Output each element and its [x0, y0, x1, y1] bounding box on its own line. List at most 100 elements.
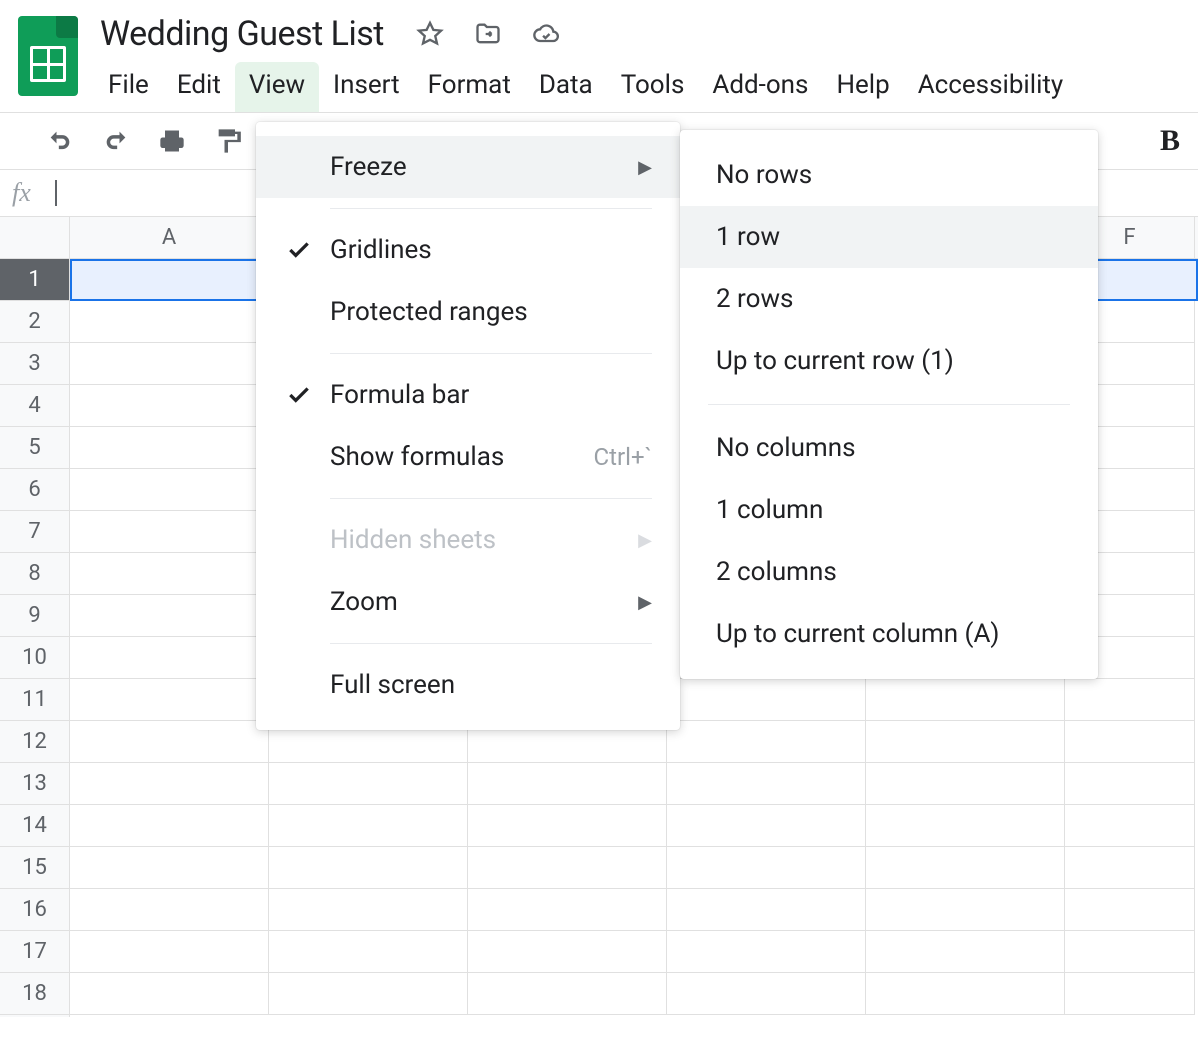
cell[interactable] — [866, 721, 1065, 763]
row-header[interactable]: 4 — [0, 385, 69, 427]
cell[interactable] — [70, 427, 269, 469]
row-header[interactable]: 14 — [0, 805, 69, 847]
select-all-corner[interactable] — [0, 217, 70, 259]
cell[interactable] — [70, 805, 269, 847]
cell[interactable] — [468, 931, 667, 973]
cell[interactable] — [70, 511, 269, 553]
cell[interactable] — [269, 763, 468, 805]
row-header[interactable]: 7 — [0, 511, 69, 553]
row-header[interactable]: 5 — [0, 427, 69, 469]
cell[interactable] — [269, 973, 468, 1015]
cell[interactable] — [468, 889, 667, 931]
undo-icon[interactable] — [40, 121, 80, 161]
cell[interactable] — [667, 847, 866, 889]
cell[interactable] — [1065, 721, 1195, 763]
cell[interactable] — [70, 973, 269, 1015]
cell[interactable] — [1065, 973, 1195, 1015]
freeze-2-rows[interactable]: 2 rows — [680, 268, 1098, 330]
freeze-up-to-current-row[interactable]: Up to current row (1) — [680, 330, 1098, 392]
cell[interactable] — [1065, 889, 1195, 931]
cell[interactable] — [70, 721, 269, 763]
cell[interactable] — [70, 385, 269, 427]
cell[interactable] — [468, 973, 667, 1015]
cell[interactable] — [1065, 805, 1195, 847]
freeze-1-row[interactable]: 1 row — [680, 206, 1098, 268]
row-header[interactable]: 12 — [0, 721, 69, 763]
paint-format-icon[interactable] — [208, 121, 248, 161]
freeze-up-to-current-column[interactable]: Up to current column (A) — [680, 603, 1098, 665]
cell[interactable] — [269, 805, 468, 847]
menu-tools[interactable]: Tools — [607, 62, 699, 112]
row-header[interactable]: 3 — [0, 343, 69, 385]
cell[interactable] — [70, 679, 269, 721]
cell[interactable] — [70, 469, 269, 511]
freeze-no-columns[interactable]: No columns — [680, 417, 1098, 479]
menu-accessibility[interactable]: Accessibility — [904, 62, 1078, 112]
print-icon[interactable] — [152, 121, 192, 161]
bold-button[interactable]: B — [1150, 124, 1190, 158]
cell[interactable] — [667, 889, 866, 931]
cell[interactable] — [468, 847, 667, 889]
menu-addons[interactable]: Add-ons — [698, 62, 822, 112]
row-header[interactable]: 6 — [0, 469, 69, 511]
cell[interactable] — [1065, 679, 1195, 721]
view-freeze[interactable]: Freeze ▶ — [256, 136, 680, 198]
cell[interactable] — [269, 847, 468, 889]
menu-format[interactable]: Format — [414, 62, 525, 112]
cell[interactable] — [1065, 931, 1195, 973]
cell[interactable] — [866, 763, 1065, 805]
view-formula-bar[interactable]: Formula bar — [256, 364, 680, 426]
menu-edit[interactable]: Edit — [163, 62, 235, 112]
cell[interactable] — [468, 763, 667, 805]
cell[interactable] — [667, 679, 866, 721]
row-header[interactable]: 18 — [0, 973, 69, 1015]
cell[interactable] — [667, 721, 866, 763]
view-show-formulas[interactable]: Show formulas Ctrl+` — [256, 426, 680, 488]
cell[interactable] — [70, 931, 269, 973]
redo-icon[interactable] — [96, 121, 136, 161]
cell[interactable] — [866, 931, 1065, 973]
cell[interactable] — [70, 343, 269, 385]
row-header[interactable]: 17 — [0, 931, 69, 973]
row-header[interactable]: 16 — [0, 889, 69, 931]
cell[interactable] — [1065, 763, 1195, 805]
view-zoom[interactable]: Zoom ▶ — [256, 571, 680, 633]
cell[interactable] — [667, 805, 866, 847]
row-header-1[interactable]: 1 — [0, 259, 69, 301]
cell[interactable] — [667, 973, 866, 1015]
star-icon[interactable] — [412, 16, 448, 52]
cell[interactable] — [667, 931, 866, 973]
row-header[interactable]: 2 — [0, 301, 69, 343]
row-header[interactable]: 15 — [0, 847, 69, 889]
col-header-A[interactable]: A — [70, 217, 269, 258]
row-header[interactable]: 10 — [0, 637, 69, 679]
cell[interactable] — [1065, 847, 1195, 889]
document-title[interactable]: Wedding Guest List — [94, 12, 390, 56]
cell[interactable] — [269, 931, 468, 973]
cell[interactable] — [866, 805, 1065, 847]
cell[interactable] — [70, 595, 269, 637]
cell[interactable] — [269, 889, 468, 931]
menu-file[interactable]: File — [94, 62, 163, 112]
row-header[interactable]: 13 — [0, 763, 69, 805]
row-header[interactable]: 9 — [0, 595, 69, 637]
view-protected-ranges[interactable]: Protected ranges — [256, 281, 680, 343]
view-gridlines[interactable]: Gridlines — [256, 219, 680, 281]
cell[interactable] — [866, 973, 1065, 1015]
row-header[interactable]: 8 — [0, 553, 69, 595]
cell[interactable] — [70, 259, 269, 301]
move-to-folder-icon[interactable] — [470, 16, 506, 52]
menu-view[interactable]: View — [235, 62, 319, 112]
cloud-saved-icon[interactable] — [528, 16, 564, 52]
freeze-1-column[interactable]: 1 column — [680, 479, 1098, 541]
menu-help[interactable]: Help — [822, 62, 903, 112]
cell[interactable] — [70, 889, 269, 931]
cell[interactable] — [70, 637, 269, 679]
cell[interactable] — [866, 679, 1065, 721]
menu-data[interactable]: Data — [525, 62, 607, 112]
view-full-screen[interactable]: Full screen — [256, 654, 680, 716]
cell[interactable] — [667, 763, 866, 805]
cell[interactable] — [468, 805, 667, 847]
sheets-logo-icon[interactable] — [18, 16, 78, 96]
cell[interactable] — [70, 847, 269, 889]
